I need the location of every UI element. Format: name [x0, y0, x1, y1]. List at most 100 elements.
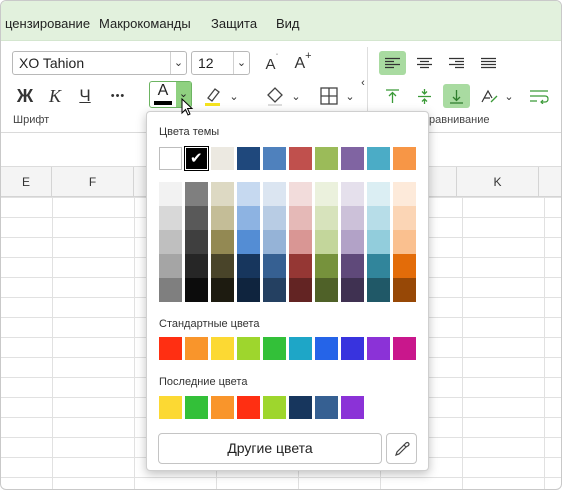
chevron-down-icon[interactable]: ⌄	[502, 84, 516, 108]
tint-color-swatch[interactable]	[367, 230, 390, 254]
tint-color-swatch[interactable]	[159, 206, 182, 230]
standard-color-swatch[interactable]	[263, 337, 286, 360]
standard-color-swatch[interactable]	[367, 337, 390, 360]
tint-color-swatch[interactable]	[159, 278, 182, 302]
tint-color-swatch[interactable]	[289, 230, 312, 254]
tint-color-swatch[interactable]	[341, 230, 364, 254]
recent-color-swatch[interactable]	[341, 396, 364, 419]
tint-color-swatch[interactable]	[289, 254, 312, 278]
tint-color-swatch[interactable]	[341, 206, 364, 230]
theme-color-swatch[interactable]	[159, 147, 182, 170]
tint-color-swatch[interactable]	[237, 206, 260, 230]
tint-color-swatch[interactable]	[159, 254, 182, 278]
tint-color-swatch[interactable]	[237, 278, 260, 302]
tint-color-swatch[interactable]	[315, 182, 338, 206]
chevron-down-icon[interactable]: ⌄	[343, 84, 357, 108]
tint-color-swatch[interactable]	[237, 230, 260, 254]
recent-color-swatch[interactable]	[289, 396, 312, 419]
tint-color-swatch[interactable]	[237, 254, 260, 278]
tint-color-swatch[interactable]	[367, 182, 390, 206]
collapse-arrow-icon[interactable]: ‹	[358, 77, 368, 89]
font-name-combo[interactable]: XO Tahion ⌄	[12, 51, 187, 75]
underline-button[interactable]: Ч	[73, 84, 97, 108]
tint-color-swatch[interactable]	[289, 206, 312, 230]
theme-color-swatch[interactable]: ✔	[184, 146, 209, 171]
tint-color-swatch[interactable]	[315, 254, 338, 278]
theme-color-swatch[interactable]	[237, 147, 260, 170]
tint-color-swatch[interactable]	[315, 230, 338, 254]
recent-color-swatch[interactable]	[237, 396, 260, 419]
tint-color-swatch[interactable]	[159, 182, 182, 206]
theme-color-swatch[interactable]	[289, 147, 312, 170]
tint-color-swatch[interactable]	[237, 182, 260, 206]
column-header[interactable]: K	[457, 167, 539, 197]
italic-button[interactable]: К	[43, 84, 67, 108]
standard-color-swatch[interactable]	[185, 337, 208, 360]
bold-button[interactable]: Ж	[13, 84, 37, 108]
tint-color-swatch[interactable]	[393, 254, 416, 278]
theme-color-swatch[interactable]	[211, 147, 234, 170]
standard-color-swatch[interactable]	[237, 337, 260, 360]
tint-color-swatch[interactable]	[367, 278, 390, 302]
tint-color-swatch[interactable]	[289, 182, 312, 206]
column-header[interactable]: F	[52, 167, 134, 197]
tint-color-swatch[interactable]	[393, 230, 416, 254]
tint-color-swatch[interactable]	[185, 230, 208, 254]
chevron-down-icon[interactable]: ⌄	[289, 84, 303, 108]
tint-color-swatch[interactable]	[289, 278, 312, 302]
align-top-button[interactable]	[379, 84, 406, 108]
tint-color-swatch[interactable]	[211, 182, 234, 206]
tint-color-swatch[interactable]	[315, 206, 338, 230]
wrap-text-button[interactable]	[525, 84, 552, 108]
highlight-button[interactable]	[200, 84, 226, 108]
tint-color-swatch[interactable]	[263, 206, 286, 230]
standard-color-swatch[interactable]	[159, 337, 182, 360]
tint-color-swatch[interactable]	[211, 254, 234, 278]
tint-color-swatch[interactable]	[263, 182, 286, 206]
fill-color-button[interactable]	[262, 84, 288, 108]
theme-color-swatch[interactable]	[367, 147, 390, 170]
decrease-font-button[interactable]: Aˈ	[259, 51, 285, 77]
tint-color-swatch[interactable]	[393, 182, 416, 206]
chevron-down-icon[interactable]: ⌄	[170, 52, 186, 74]
tint-color-swatch[interactable]	[393, 206, 416, 230]
tint-color-swatch[interactable]	[341, 278, 364, 302]
align-middle-button[interactable]	[411, 84, 438, 108]
recent-color-swatch[interactable]	[211, 396, 234, 419]
eyedropper-button[interactable]	[386, 433, 417, 464]
align-left-button[interactable]	[379, 51, 406, 75]
tint-color-swatch[interactable]	[393, 278, 416, 302]
menu-protection[interactable]: Защита	[211, 1, 257, 41]
theme-color-swatch[interactable]	[393, 147, 416, 170]
tint-color-swatch[interactable]	[263, 254, 286, 278]
menu-view[interactable]: Вид	[276, 1, 300, 41]
recent-color-swatch[interactable]	[159, 396, 182, 419]
tint-color-swatch[interactable]	[211, 230, 234, 254]
text-orientation-button[interactable]	[475, 84, 502, 108]
tint-color-swatch[interactable]	[159, 230, 182, 254]
column-header[interactable]: E	[1, 167, 52, 197]
align-center-button[interactable]	[411, 51, 438, 75]
more-options-button[interactable]: •••	[105, 84, 131, 108]
borders-button[interactable]	[316, 84, 342, 108]
theme-color-swatch[interactable]	[341, 147, 364, 170]
recent-color-swatch[interactable]	[315, 396, 338, 419]
theme-color-swatch[interactable]	[263, 147, 286, 170]
recent-color-swatch[interactable]	[263, 396, 286, 419]
theme-color-swatch[interactable]	[315, 147, 338, 170]
align-right-button[interactable]	[443, 51, 470, 75]
tint-color-swatch[interactable]	[185, 254, 208, 278]
tint-color-swatch[interactable]	[367, 206, 390, 230]
tint-color-swatch[interactable]	[185, 278, 208, 302]
justify-button[interactable]	[475, 51, 502, 75]
standard-color-swatch[interactable]	[341, 337, 364, 360]
chevron-down-icon[interactable]: ⌄	[233, 52, 249, 74]
menu-review[interactable]: цензирование	[5, 1, 90, 41]
tint-color-swatch[interactable]	[211, 206, 234, 230]
align-bottom-button[interactable]	[443, 84, 470, 108]
tint-color-swatch[interactable]	[315, 278, 338, 302]
font-color-apply[interactable]: A	[150, 82, 176, 107]
tint-color-swatch[interactable]	[263, 278, 286, 302]
recent-color-swatch[interactable]	[185, 396, 208, 419]
tint-color-swatch[interactable]	[367, 254, 390, 278]
